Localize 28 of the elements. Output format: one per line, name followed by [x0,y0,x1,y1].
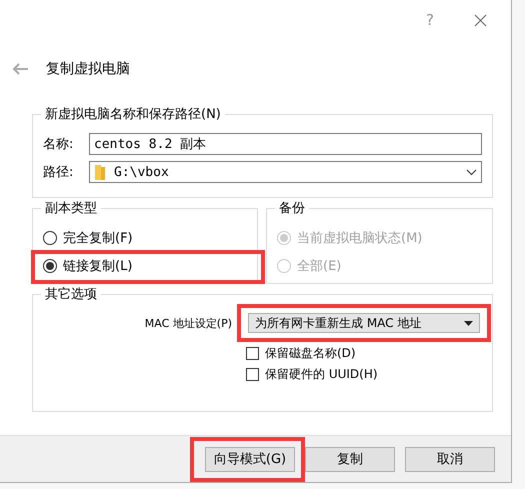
radio-button[interactable] [43,231,57,245]
radio-label: 全部(E) [297,258,342,275]
caret-icon [464,320,473,326]
chevron-icon [466,168,477,176]
field-label: 路径: [43,164,74,181]
radio-button[interactable] [43,259,57,273]
checkbox-label: 保留磁盘名称(D) [265,345,356,362]
dialog-button[interactable]: 取消 [405,446,495,472]
radio-label: 链接复制(L) [63,258,132,275]
close-icon[interactable] [474,14,487,26]
field-label: 名称: [43,136,74,153]
group-legend: 副本类型 [41,199,101,217]
path-dropdown[interactable]: G:\vbox [89,161,482,183]
checkbox-label: 保留硬件的 UUID(H) [265,366,378,383]
mac-label: MAC 地址设定(P) [144,316,232,330]
group-legend: 其它选项 [41,285,101,303]
checkbox[interactable] [246,347,259,360]
group-legend: 备份 [275,199,309,217]
group-legend: 新虚拟电脑名称和保存路径(N) [41,105,225,123]
folder-icon [94,164,106,180]
dialog-button[interactable]: 向导模式(G) [205,446,295,472]
page-title: 复制虚拟电脑 [46,60,130,78]
radio-label: 完全复制(F) [63,230,133,247]
mac-dropdown[interactable]: 为所有网卡重新生成 MAC 地址 [248,313,480,333]
checkbox[interactable] [246,368,259,381]
name-field[interactable]: centos 8.2 副本 [89,133,482,155]
radio-label: 当前虚拟电脑状态(M) [297,230,422,247]
dialog-button[interactable]: 复制 [305,446,395,472]
